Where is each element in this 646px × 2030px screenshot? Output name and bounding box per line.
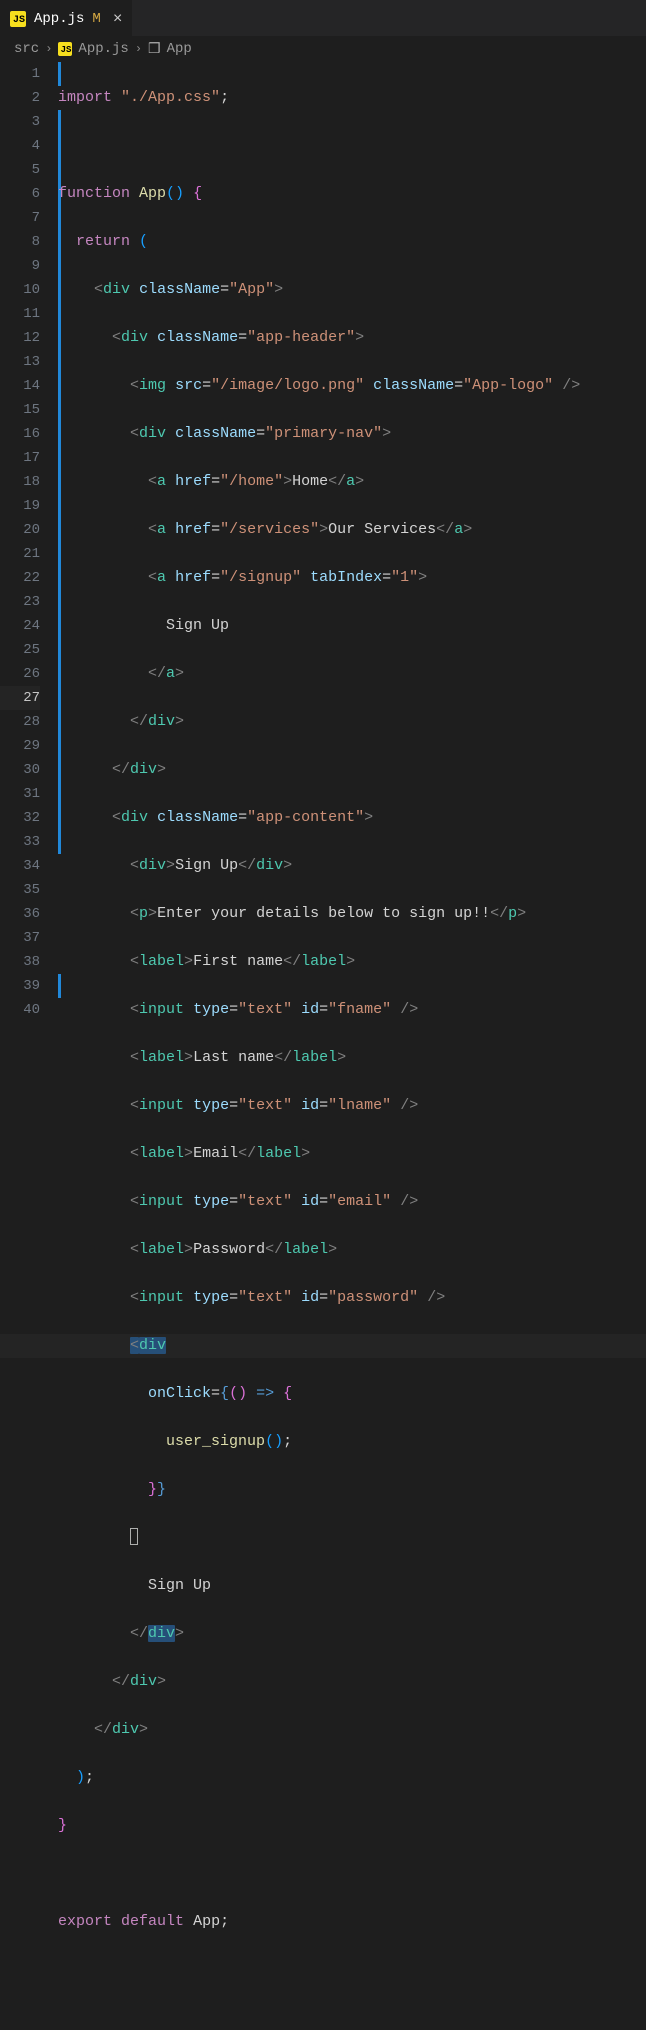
- tab-app-js[interactable]: JS App.js M ×: [0, 0, 132, 36]
- cursor: [130, 1528, 138, 1545]
- code-area[interactable]: import "./App.css"; function App() { ret…: [58, 62, 646, 1024]
- chevron-right-icon: ›: [45, 42, 52, 56]
- modified-indicator: M: [92, 11, 100, 27]
- breadcrumb-symbol[interactable]: App: [167, 41, 192, 57]
- tab-bar: JS App.js M ×: [0, 0, 646, 36]
- js-icon: JS: [58, 42, 72, 56]
- code-editor[interactable]: 12345 678910 1112131415 1617181920 21222…: [0, 62, 646, 1024]
- line-gutter: 12345 678910 1112131415 1617181920 21222…: [0, 62, 58, 1024]
- tab-filename: App.js: [34, 11, 84, 27]
- close-icon[interactable]: ×: [113, 10, 123, 28]
- breadcrumb[interactable]: src › JS App.js › ❒ App: [0, 36, 646, 62]
- breadcrumb-src[interactable]: src: [14, 41, 39, 57]
- js-icon: JS: [10, 11, 26, 27]
- breadcrumb-file[interactable]: App.js: [78, 41, 128, 57]
- chevron-right-icon: ›: [135, 42, 142, 56]
- symbol-icon: ❒: [148, 41, 161, 58]
